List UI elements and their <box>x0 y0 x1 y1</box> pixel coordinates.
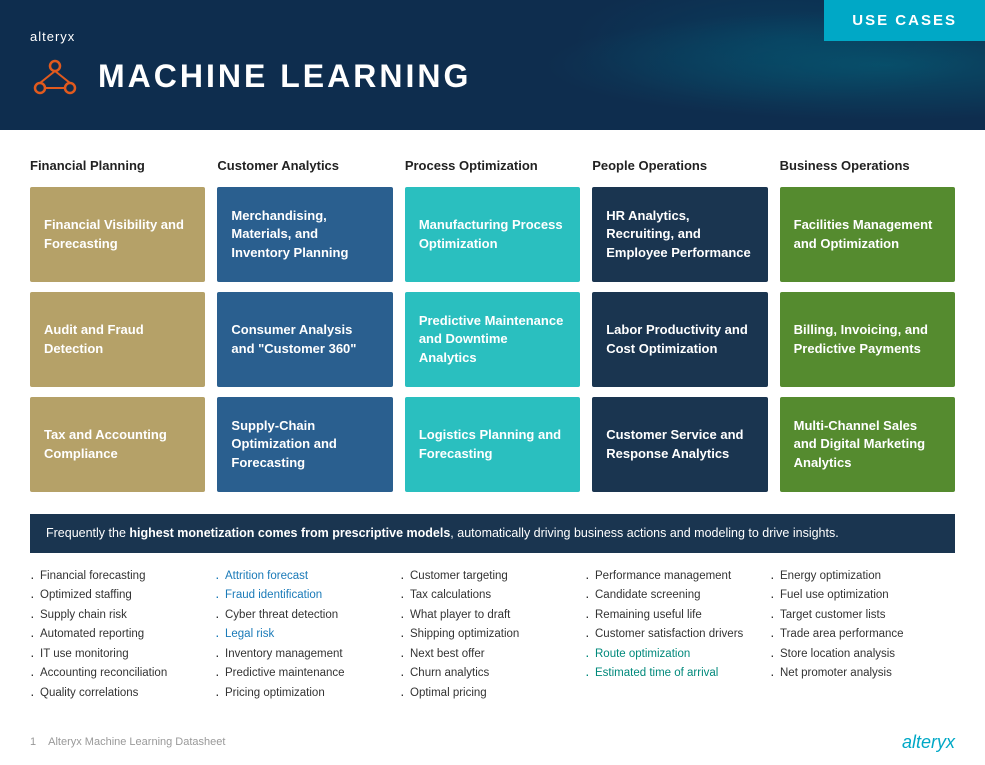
footer-brand: alteryx <box>902 732 955 753</box>
bullet-col-5: Energy optimization Fuel use optimizatio… <box>770 567 955 704</box>
tile-predictive-maintenance[interactable]: Predictive Maintenance and Downtime Anal… <box>405 292 580 387</box>
column-people-operations: HR Analytics, Recruiting, and Employee P… <box>592 187 767 492</box>
tile-manufacturing[interactable]: Manufacturing Process Optimization <box>405 187 580 282</box>
bullet-legal-risk: Legal risk <box>215 625 390 645</box>
bullet-shipping-opt: Shipping optimization <box>400 625 575 645</box>
bullet-cyber-threat: Cyber threat detection <box>215 606 390 626</box>
column-customer-analytics: Merchandising, Materials, and Inventory … <box>217 187 392 492</box>
footer-doc-title: Alteryx Machine Learning Datasheet <box>48 736 225 748</box>
bullet-predictive-maintenance-bullet: Predictive maintenance <box>215 664 390 684</box>
bullet-store-location: Store location analysis <box>770 645 945 665</box>
bullet-columns: Financial forecasting Optimized staffing… <box>0 567 985 704</box>
bullet-net-promoter: Net promoter analysis <box>770 664 945 684</box>
tile-consumer-analysis[interactable]: Consumer Analysis and "Customer 360" <box>217 292 392 387</box>
bullet-col-3: Customer targeting Tax calculations What… <box>400 567 585 704</box>
tile-logistics[interactable]: Logistics Planning and Forecasting <box>405 397 580 492</box>
tile-audit-fraud[interactable]: Audit and Fraud Detection <box>30 292 205 387</box>
highlight-bar: Frequently the highest monetization come… <box>30 514 955 553</box>
bullet-target-customer: Target customer lists <box>770 606 945 626</box>
header-title-row: MACHINE LEARNING <box>30 52 471 102</box>
bullet-trade-area: Trade area performance <box>770 625 945 645</box>
category-financial-planning: Financial Planning <box>30 158 205 173</box>
highlight-bold: highest monetization comes from prescrip… <box>129 526 450 540</box>
footer: 1 Alteryx Machine Learning Datasheet alt… <box>0 714 985 765</box>
bullet-col-2: Attrition forecast Fraud identification … <box>215 567 400 704</box>
tile-labor-productivity[interactable]: Labor Productivity and Cost Optimization <box>592 292 767 387</box>
bullet-col-4: Performance management Candidate screeni… <box>585 567 770 704</box>
bullet-automated-reporting: Automated reporting <box>30 625 205 645</box>
category-process-optimization: Process Optimization <box>405 158 580 173</box>
footer-page-number: 1 <box>30 736 36 748</box>
bullet-candidate-screening: Candidate screening <box>585 586 760 606</box>
column-financial-planning: Financial Visibility and Forecasting Aud… <box>30 187 205 492</box>
header-logo-area: alteryx MACHINE LEARNING <box>30 29 471 102</box>
bullet-fraud-identification: Fraud identification <box>215 586 390 606</box>
category-people-operations: People Operations <box>592 158 767 173</box>
bullet-player-draft: What player to draft <box>400 606 575 626</box>
tile-tax-accounting[interactable]: Tax and Accounting Compliance <box>30 397 205 492</box>
bullet-inventory-management: Inventory management <box>215 645 390 665</box>
bullet-remaining-useful-life: Remaining useful life <box>585 606 760 626</box>
bullet-next-best-offer: Next best offer <box>400 645 575 665</box>
bullet-quality-correlations: Quality correlations <box>30 684 205 704</box>
bullet-pricing-optimization: Pricing optimization <box>215 684 390 704</box>
tile-financial-visibility[interactable]: Financial Visibility and Forecasting <box>30 187 205 282</box>
footer-left: 1 Alteryx Machine Learning Datasheet <box>30 736 225 748</box>
tile-supply-chain[interactable]: Supply-Chain Optimization and Forecastin… <box>217 397 392 492</box>
tile-customer-service[interactable]: Customer Service and Response Analytics <box>592 397 767 492</box>
tile-multichannel[interactable]: Multi-Channel Sales and Digital Marketin… <box>780 397 955 492</box>
tile-hr-analytics[interactable]: HR Analytics, Recruiting, and Employee P… <box>592 187 767 282</box>
bullet-attrition-forecast: Attrition forecast <box>215 567 390 587</box>
bullet-optimal-pricing: Optimal pricing <box>400 684 575 704</box>
bullet-energy-opt: Energy optimization <box>770 567 945 587</box>
bullet-financial-forecasting: Financial forecasting <box>30 567 205 587</box>
bullet-churn-analytics: Churn analytics <box>400 664 575 684</box>
bullet-eta: Estimated time of arrival <box>585 664 760 684</box>
bullet-customer-satisfaction: Customer satisfaction drivers <box>585 625 760 645</box>
page-title: MACHINE LEARNING <box>98 58 471 95</box>
bullet-optimized-staffing: Optimized staffing <box>30 586 205 606</box>
bullet-route-optimization: Route optimization <box>585 645 760 665</box>
header: alteryx MACHINE LEARNING USE CASES <box>0 0 985 130</box>
tile-facilities[interactable]: Facilities Management and Optimization <box>780 187 955 282</box>
alteryx-wordmark: alteryx <box>30 29 471 44</box>
bullet-fuel-opt: Fuel use optimization <box>770 586 945 606</box>
column-business-operations: Facilities Management and Optimization B… <box>780 187 955 492</box>
category-business-operations: Business Operations <box>780 158 955 173</box>
bullet-customer-targeting: Customer targeting <box>400 567 575 587</box>
tile-billing[interactable]: Billing, Invoicing, and Predictive Payme… <box>780 292 955 387</box>
tile-merchandising[interactable]: Merchandising, Materials, and Inventory … <box>217 187 392 282</box>
use-cases-badge: USE CASES <box>824 0 985 41</box>
categories-row: Financial Planning Customer Analytics Pr… <box>30 158 955 173</box>
ml-icon <box>30 52 80 102</box>
category-customer-analytics: Customer Analytics <box>217 158 392 173</box>
column-process-optimization: Manufacturing Process Optimization Predi… <box>405 187 580 492</box>
bullet-accounting-reconciliation: Accounting reconciliation <box>30 664 205 684</box>
bullet-supply-chain-risk: Supply chain risk <box>30 606 205 626</box>
bullet-col-1: Financial forecasting Optimized staffing… <box>30 567 215 704</box>
bullet-performance-mgmt: Performance management <box>585 567 760 587</box>
tiles-grid: Financial Visibility and Forecasting Aud… <box>30 187 955 492</box>
bottom-section: Frequently the highest monetization come… <box>0 514 985 704</box>
bullet-it-monitoring: IT use monitoring <box>30 645 205 665</box>
main-content: Financial Planning Customer Analytics Pr… <box>0 130 985 492</box>
bullet-tax-calculations: Tax calculations <box>400 586 575 606</box>
